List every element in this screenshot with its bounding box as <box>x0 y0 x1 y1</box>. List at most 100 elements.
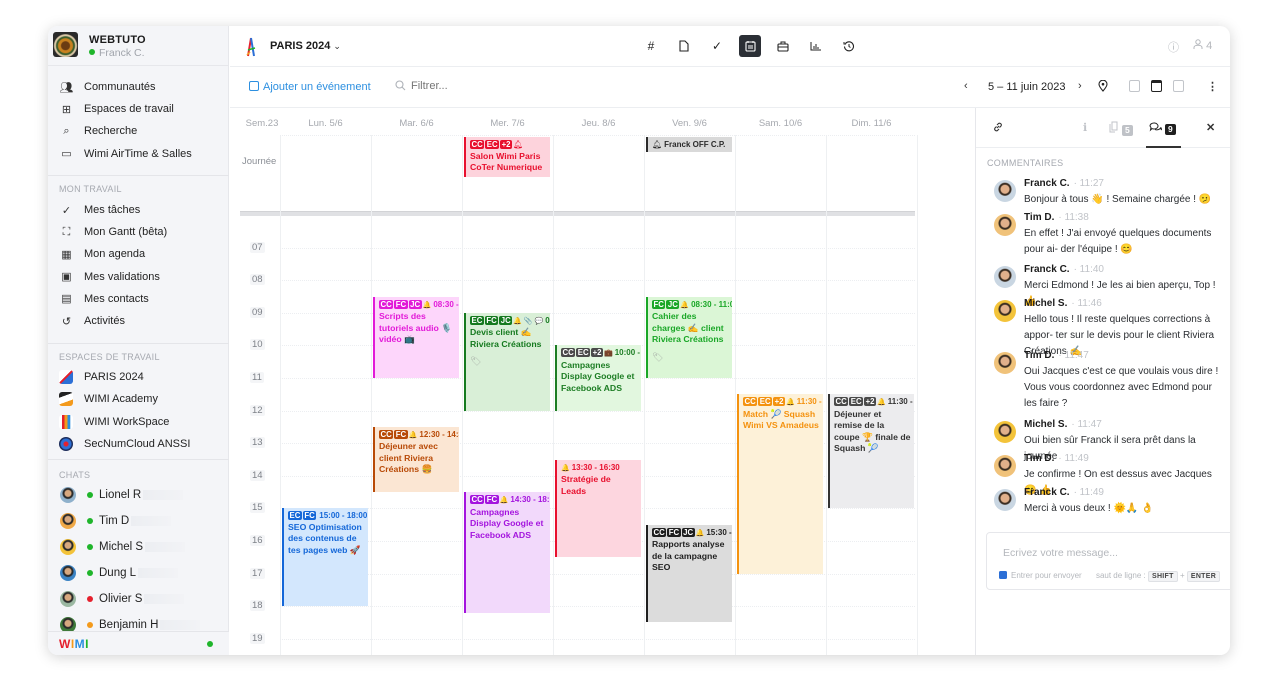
sidebar-item-work-2[interactable]: ▦ Mon agenda <box>48 243 229 265</box>
top-bar: PARIS 2024 ⌄ # ✓ ⓘ 4 <box>230 26 1230 67</box>
day-header[interactable]: Sam. 10/6 <box>735 118 826 129</box>
chat-item[interactable]: Tim D <box>48 509 229 533</box>
calendar-event[interactable]: CC EC +2 🔔 11:30 - Match 🎾 Squash Wimi VS Ama… <box>737 394 823 574</box>
link-icon[interactable] <box>992 121 1004 136</box>
sidebar-item-space-3[interactable]: SecNumCloud ANSSI <box>48 433 229 455</box>
sidebar-header[interactable]: WEBTUTO Franck C. <box>48 26 229 66</box>
chat-contact-name: Michel S <box>99 541 144 553</box>
tab-info[interactable]: ℹ <box>1083 121 1087 134</box>
chat-item[interactable]: Olivier S <box>48 587 229 611</box>
next-week-button[interactable]: › <box>1078 80 1082 92</box>
sidebar-item-work-4[interactable]: ▤ Mes contacts <box>48 288 229 310</box>
comment-author[interactable]: Franck C. <box>1024 264 1070 275</box>
briefcase-icon[interactable] <box>772 35 794 57</box>
label-tag-icon[interactable]: 🏷︎ <box>470 356 481 368</box>
workspace-name: PARIS 2024 <box>84 371 144 383</box>
comment-author[interactable]: Michel S. <box>1024 419 1067 430</box>
sidebar-item-space-0[interactable]: PARIS 2024 <box>48 366 229 388</box>
comment-author[interactable]: Tim D. <box>1024 453 1054 464</box>
app-window: WEBTUTO Franck C. 👥︎ Communautés ⊞ Espaces … <box>48 26 1230 655</box>
comment-author[interactable]: Tim D. <box>1024 212 1054 223</box>
send-on-enter-checkbox[interactable] <box>999 571 1007 579</box>
calendar-event[interactable]: CC FC JC 🔔 08:30 - Scripts des tutoriels audi… <box>373 296 459 378</box>
calendar-event[interactable]: CC EC +2 🔔 11:30 - Déjeuner et remise de la c… <box>828 394 914 509</box>
day-header[interactable]: Mar. 6/6 <box>371 118 462 129</box>
event-meta: CC EC +2 🔔 11:30 - <box>743 397 822 407</box>
channels-hash-icon[interactable]: # <box>640 35 662 57</box>
day-header[interactable]: Jeu. 8/6 <box>553 118 644 129</box>
day-header[interactable]: Lun. 5/6 <box>280 118 371 129</box>
calendar-event[interactable]: CCFC🔔12:30 - 14:30 Déjeuner avec client R… <box>373 426 459 493</box>
more-options-icon[interactable]: ⋮ <box>1207 80 1218 93</box>
chat-item[interactable]: Dung L <box>48 561 229 585</box>
wimi-logo[interactable]: WIMI <box>59 637 89 651</box>
comment-author[interactable]: Franck C. <box>1024 178 1070 189</box>
history-icon[interactable] <box>838 35 860 57</box>
calendar-event[interactable]: 🔔 13:30 - 16:30 Stratégie de Leads <box>555 459 641 558</box>
tab-documents[interactable]: 5 <box>1109 121 1133 136</box>
event-title: Rapports analyse de la campagne SEO <box>652 539 725 573</box>
chat-item[interactable]: Lionel R <box>48 483 229 507</box>
people-icon: 👥︎ <box>59 81 74 94</box>
tab-comments[interactable]: 9 <box>1149 121 1176 135</box>
month-view-icon[interactable] <box>1173 80 1184 92</box>
calendar-event[interactable]: FCJC🔔08:30 - 11:00 Cahier des charges ✍️ … <box>646 296 732 378</box>
week-number: Sem.23 <box>245 118 279 129</box>
sidebar-item-label: Activités <box>84 315 125 327</box>
sidebar-item-space-2[interactable]: WIMI WorkSpace <box>48 411 229 433</box>
all-day-event[interactable]: 🔔︎ Franck OFF C.P. <box>646 137 732 152</box>
calendar-event[interactable]: ECFCJC🔔 📎 💬09Devis client ✍️ Riviera Cré… <box>464 312 550 411</box>
main-area: PARIS 2024 ⌄ # ✓ ⓘ 4 Ajouter un événemen… <box>230 26 1230 655</box>
sidebar-item-nav-1[interactable]: ⊞ Espaces de travail <box>48 98 229 120</box>
hour-label: 16 <box>250 535 265 546</box>
message-input[interactable] <box>1003 547 1223 559</box>
day-header[interactable]: Mer. 7/6 <box>462 118 553 129</box>
calendar-event[interactable]: CC EC +2 💼 10:00 - Campagnes Display Google e… <box>555 345 641 411</box>
comment-time: · 11:46 <box>1071 298 1102 309</box>
sidebar-item-work-0[interactable]: ✓ Mes tâches <box>48 199 229 221</box>
comment-author[interactable]: Franck C. <box>1024 487 1070 498</box>
sidebar-item-nav-2[interactable]: ⌕ Recherche <box>48 120 229 142</box>
label-tag-icon[interactable]: 🏷︎ <box>652 352 663 364</box>
event-indicators-icon: 🔔 <box>499 497 509 505</box>
calendar-event[interactable]: CC FC JC 🔔 15:30 - Rapports analyse de la cam… <box>646 524 732 623</box>
day-header[interactable]: Dim. 11/6 <box>826 118 917 129</box>
all-day-separator[interactable] <box>240 211 915 216</box>
org-avatar <box>53 32 78 57</box>
chat-item[interactable]: Michel S <box>48 535 229 559</box>
calendar-icon[interactable] <box>739 35 761 57</box>
sidebar-item-work-1[interactable]: ⛶ Mon Gantt (bêta) <box>48 221 229 243</box>
sidebar-item-space-1[interactable]: WIMI Academy <box>48 388 229 410</box>
sidebar-item-label: Mes validations <box>84 270 160 283</box>
previous-week-button[interactable]: ‹ <box>964 80 968 92</box>
sidebar-item-nav-0[interactable]: 👥︎ Communautés <box>48 76 229 98</box>
presence-status-dot <box>87 518 93 524</box>
comment-header: Franck C. · 11:49 <box>1024 487 1104 498</box>
sidebar-item-work-3[interactable]: ▣ Mes validations <box>48 266 229 288</box>
all-day-event[interactable]: CC EC +2 🔔︎ Salon Wimi Paris CoTer Numerique <box>464 137 550 177</box>
close-panel-icon[interactable]: ✕ <box>1206 121 1215 134</box>
comments-icon <box>1149 122 1162 132</box>
day-header[interactable]: Ven. 9/6 <box>644 118 735 129</box>
sidebar-item-nav-3[interactable]: ▭ Wimi AirTime & Salles <box>48 143 229 165</box>
filter-input[interactable] <box>411 80 531 92</box>
info-icon[interactable]: ⓘ <box>1168 39 1179 55</box>
comment-author[interactable]: Michel S. <box>1024 298 1067 309</box>
comment-author[interactable]: Tim D. <box>1024 350 1054 361</box>
comment-header: Michel S. · 11:47 <box>1024 419 1102 430</box>
calendar-event[interactable]: CCFC🔔14:30 - 18:15Campagnes Display Goog… <box>464 492 550 613</box>
day-view-icon[interactable] <box>1129 80 1140 92</box>
workspace-switcher[interactable]: PARIS 2024 ⌄ <box>270 40 341 52</box>
members-button[interactable]: 4 <box>1193 39 1212 52</box>
tasks-check-icon[interactable]: ✓ <box>706 35 728 57</box>
week-view-icon[interactable] <box>1151 80 1162 92</box>
location-pin-icon[interactable] <box>1098 79 1108 95</box>
participant-tag: JC <box>408 299 422 309</box>
calendar-event[interactable]: EC FC 15:00 - 18:00 SEO Optimisation des co… <box>282 508 368 607</box>
chart-icon[interactable] <box>805 35 827 57</box>
chat-contact-name: Benjamin H <box>99 619 159 631</box>
sidebar-item-work-5[interactable]: ↺ Activités <box>48 310 229 332</box>
add-event-button[interactable]: Ajouter un événement <box>249 81 371 93</box>
documents-file-icon[interactable] <box>673 35 695 57</box>
event-indicators-icon: 🔔 <box>408 431 418 439</box>
